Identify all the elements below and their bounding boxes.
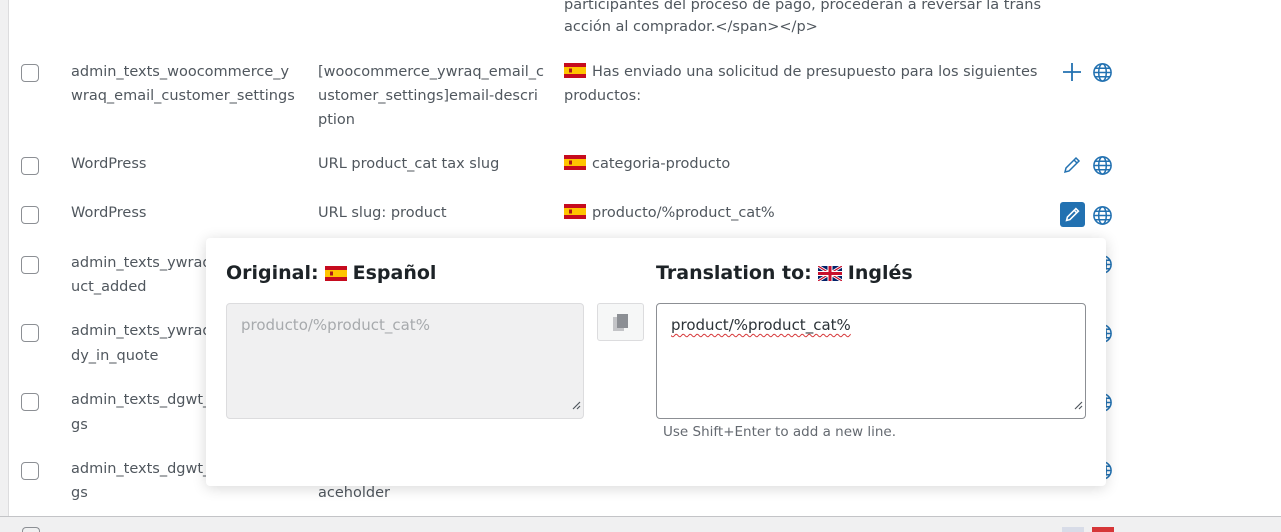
- pencil-icon[interactable]: [1062, 155, 1084, 177]
- globe-icon[interactable]: [1092, 62, 1114, 84]
- row1-name-line1: [woocommerce_ywraq_email_c: [318, 64, 545, 80]
- row3-name: URL slug: product: [318, 205, 447, 221]
- row2-name: URL product_cat tax slug: [318, 156, 500, 172]
- flag-es-icon: [564, 63, 586, 78]
- row7-context-line2: gs: [71, 485, 88, 501]
- row1-name-line3: ption: [318, 112, 355, 128]
- row-checkbox[interactable]: [21, 64, 39, 82]
- row-checkbox[interactable]: [21, 462, 39, 480]
- row7-context-line1: admin_texts_dgwt_: [71, 461, 211, 477]
- row1-string-line2: productos:: [564, 88, 642, 104]
- translation-textarea[interactable]: product/%product_cat%: [656, 303, 1086, 419]
- row-checkbox[interactable]: [21, 393, 39, 411]
- row1-context-line1: admin_texts_woocommerce_y: [71, 64, 290, 80]
- row-checkbox[interactable]: [21, 206, 39, 224]
- row2-string: categoria-producto: [564, 152, 730, 177]
- flag-uk-icon: [817, 266, 842, 281]
- row0-string-line2: acción al comprador.</span></p>: [564, 19, 818, 35]
- row3-string: producto/%product_cat%: [564, 201, 775, 226]
- row5-context-line2: dy_in_quote: [71, 348, 159, 364]
- newline-hint: Use Shift+Enter to add a new line.: [663, 424, 896, 440]
- flag-es-icon: [564, 204, 586, 219]
- plus-icon[interactable]: [1061, 61, 1083, 83]
- flag-es-icon: [564, 155, 586, 170]
- row6-context-line1: admin_texts_dgwt_: [71, 392, 211, 408]
- globe-icon[interactable]: [1092, 155, 1114, 177]
- row1-context-line2: wraq_email_customer_settings: [71, 88, 295, 104]
- translation-popup: Original: Español Translation to: Inglés p…: [206, 238, 1106, 486]
- globe-icon[interactable]: [1092, 205, 1114, 227]
- row3-context: WordPress: [71, 205, 147, 221]
- resize-grip-icon[interactable]: [571, 394, 581, 416]
- row6-context-line2: gs: [71, 417, 88, 433]
- flag-es-icon: [324, 262, 347, 288]
- pencil-icon-active[interactable]: [1060, 202, 1085, 227]
- row-checkbox[interactable]: [21, 256, 39, 274]
- translation-heading: Translation to: Inglés: [656, 262, 913, 284]
- row4-context-line1: admin_texts_ywraq: [71, 255, 212, 271]
- row4-context-line2: uct_added: [71, 279, 147, 295]
- resize-grip-icon[interactable]: [1073, 394, 1083, 416]
- row1-name-line2: ustomer_settings]email-descri: [318, 88, 538, 104]
- flag-uk-icon: [1062, 527, 1084, 532]
- original-textarea: producto/%product_cat%: [226, 303, 584, 419]
- flag-es-icon: [1092, 527, 1114, 532]
- row-checkbox[interactable]: [22, 527, 40, 532]
- row-checkbox[interactable]: [21, 324, 39, 342]
- row-checkbox[interactable]: [21, 157, 39, 175]
- row1-string: Has enviado una solicitud de presupuesto…: [564, 60, 1037, 85]
- copy-original-button[interactable]: [597, 303, 644, 341]
- table-bottom-border: [0, 516, 1281, 517]
- row2-context: WordPress: [71, 156, 147, 172]
- original-heading: Original: Español: [226, 260, 436, 288]
- row5-context-line1: admin_texts_ywraq: [71, 323, 212, 339]
